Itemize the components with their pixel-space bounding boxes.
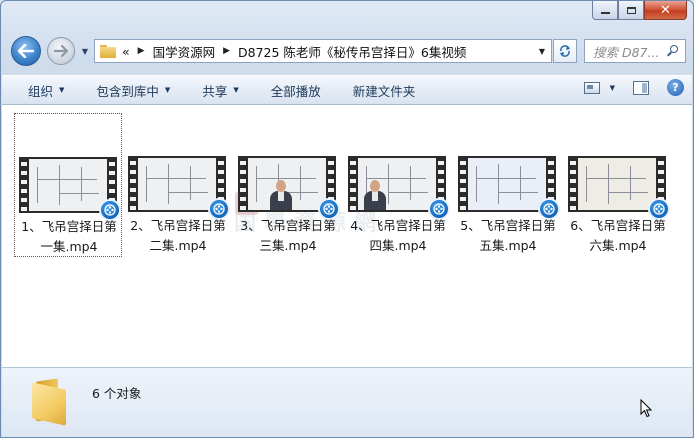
video-thumbnail — [238, 156, 340, 220]
file-name-line: 1、飞吊宫择日第 — [21, 219, 117, 234]
video-frame — [29, 159, 107, 211]
presenter-figure — [364, 180, 386, 210]
file-name-line: 三集.mp4 — [259, 238, 317, 253]
breadcrumb-separator-icon[interactable]: ▶ — [223, 46, 230, 56]
organize-menu[interactable]: 组织 ▼ — [20, 79, 72, 101]
video-frame — [138, 158, 216, 210]
command-bar: 组织 ▼ 包含到库中 ▼ 共享 ▼ 全部播放 新建文件夹 ▼ ? — [2, 75, 692, 105]
file-item[interactable]: 3、飞吊宫择日第 三集.mp4 — [234, 113, 342, 257]
file-name: 3、飞吊宫择日第 三集.mp4 — [234, 216, 342, 256]
chevron-down-icon: ▼ — [233, 86, 239, 94]
mouse-cursor-icon — [640, 399, 652, 418]
close-button[interactable]: ✕ — [644, 1, 687, 20]
address-dropdown-icon[interactable]: ▼ — [539, 47, 545, 56]
file-name-line: 5、飞吊宫择日第 — [460, 218, 556, 233]
share-label: 共享 — [202, 83, 228, 99]
file-item[interactable]: 1、飞吊宫择日第 一集.mp4 — [14, 113, 122, 257]
breadcrumb-item-current[interactable]: D8725 陈老师《秘传吊宫择日》6集视频 — [238, 42, 466, 61]
film-strip-icon — [348, 156, 358, 212]
new-folder-label: 新建文件夹 — [352, 83, 416, 99]
video-frame — [358, 158, 436, 210]
details-pane: 6 个对象 — [2, 367, 692, 437]
breadcrumb-separator-icon[interactable]: ▶ — [138, 46, 145, 56]
video-thumbnail — [128, 156, 230, 220]
breadcrumb: « ▶ 国学资源网 ▶ D8725 陈老师《秘传吊宫择日》6集视频 — [122, 42, 466, 61]
file-item[interactable]: 4、飞吊宫择日第 四集.mp4 — [344, 113, 452, 257]
back-arrow-icon — [18, 44, 34, 58]
maximize-button[interactable] — [618, 1, 644, 20]
file-name-line: 二集.mp4 — [149, 238, 207, 253]
chevron-down-icon[interactable]: ▼ — [610, 84, 615, 92]
breadcrumb-item-root[interactable]: 国学资源网 — [153, 42, 216, 61]
file-name-line: 3、飞吊宫择日第 — [240, 218, 336, 233]
maximize-icon — [626, 6, 636, 14]
video-frame — [468, 158, 546, 210]
file-name: 1、飞吊宫择日第 一集.mp4 — [15, 217, 123, 257]
film-strip-icon — [19, 157, 29, 213]
breadcrumb-overflow[interactable]: « — [122, 44, 130, 59]
recent-pages-dropdown[interactable]: ▼ — [79, 45, 91, 57]
file-name-line: 五集.mp4 — [479, 238, 537, 253]
file-name: 2、飞吊宫择日第 二集.mp4 — [124, 216, 232, 256]
video-thumbnail — [458, 156, 560, 220]
film-strip-icon — [458, 156, 468, 212]
chevron-down-icon: ▼ — [164, 86, 171, 94]
share-menu[interactable]: 共享 ▼ — [194, 79, 246, 101]
file-name: 5、飞吊宫择日第 五集.mp4 — [454, 216, 562, 256]
forward-arrow-icon — [54, 45, 68, 57]
file-name-line: 一集.mp4 — [40, 239, 98, 254]
film-strip-icon — [238, 156, 248, 212]
folder-icon — [100, 44, 116, 58]
folder-icon — [32, 378, 72, 426]
file-item[interactable]: 2、飞吊宫择日第 二集.mp4 — [124, 113, 232, 257]
file-name-line: 六集.mp4 — [589, 238, 647, 253]
video-thumbnail — [568, 156, 670, 220]
file-name-line: 2、飞吊宫择日第 — [130, 218, 226, 233]
address-bar[interactable]: « ▶ 国学资源网 ▶ D8725 陈老师《秘传吊宫择日》6集视频 ▼ — [94, 39, 552, 63]
help-icon[interactable]: ? — [667, 79, 684, 96]
item-count: 6 个对象 — [92, 386, 142, 401]
file-name-line: 6、飞吊宫择日第 — [570, 218, 666, 233]
back-button[interactable] — [11, 36, 41, 66]
file-item[interactable]: 5、飞吊宫择日第 五集.mp4 — [454, 113, 562, 257]
search-input[interactable]: 搜索 D87... — [584, 39, 686, 63]
file-name-line: 四集.mp4 — [369, 238, 427, 253]
video-thumbnail — [348, 156, 450, 220]
file-name: 6、飞吊宫择日第 六集.mp4 — [564, 216, 672, 256]
close-icon: ✕ — [660, 2, 671, 18]
change-view-icon[interactable] — [583, 81, 600, 94]
file-name: 4、飞吊宫择日第 四集.mp4 — [344, 216, 452, 256]
file-name-line: 4、飞吊宫择日第 — [350, 218, 446, 233]
minimize-icon — [600, 12, 610, 14]
include-in-library-label: 包含到库中 — [96, 83, 159, 99]
caption-buttons: ✕ — [592, 1, 687, 20]
refresh-button[interactable] — [553, 39, 577, 63]
search-placeholder: 搜索 D87... — [593, 44, 660, 60]
refresh-icon — [560, 45, 570, 57]
file-list[interactable]: 国學資源網 1、飞吊宫择日第 一集.mp4 2、飞吊宫择日第 二集.mp4 3、飞吊宫择… — [2, 105, 692, 367]
presenter-figure — [270, 180, 292, 210]
film-strip-icon — [568, 156, 578, 212]
include-in-library-menu[interactable]: 包含到库中 ▼ — [88, 79, 178, 101]
video-frame — [578, 158, 656, 210]
new-folder-button[interactable]: 新建文件夹 — [345, 79, 424, 101]
video-thumbnail — [19, 157, 121, 221]
toolbar-right-group: ▼ ? — [583, 79, 684, 96]
explorer-window: ✕ ▼ « ▶ 国学资源网 ▶ D8725 陈老师《秘传吊宫择日》6集视频 ▼ — [0, 0, 694, 438]
minimize-button[interactable] — [592, 1, 618, 20]
file-item[interactable]: 6、飞吊宫择日第 六集.mp4 — [564, 113, 672, 257]
chevron-down-icon: ▼ — [81, 46, 89, 56]
play-all-button[interactable]: 全部播放 — [263, 79, 329, 101]
video-frame — [248, 158, 326, 210]
search-icon[interactable] — [667, 44, 680, 58]
organize-label: 组织 — [28, 83, 54, 99]
forward-button[interactable] — [47, 37, 75, 65]
film-strip-icon — [128, 156, 138, 212]
chevron-down-icon: ▼ — [59, 86, 65, 94]
preview-pane-icon[interactable] — [633, 80, 649, 95]
play-all-label: 全部播放 — [270, 83, 321, 99]
